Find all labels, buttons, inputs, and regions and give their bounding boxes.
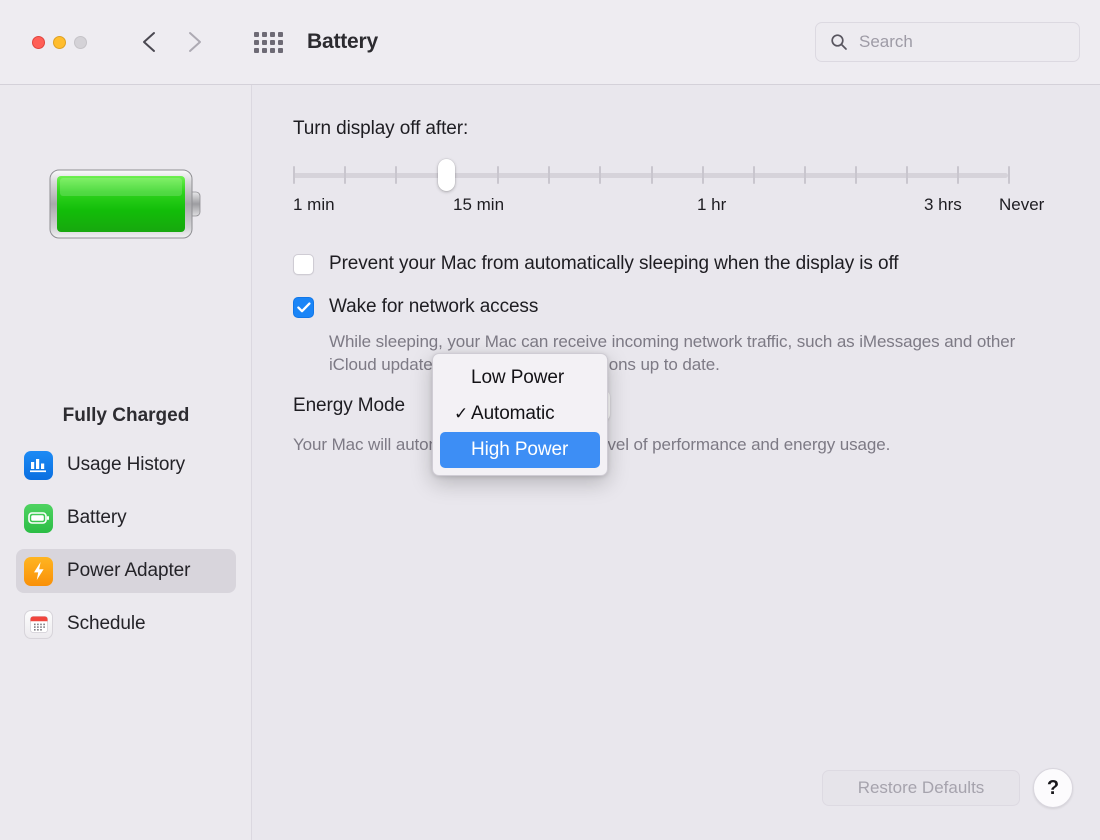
battery-preferences-window: Battery — [0, 0, 1100, 840]
slider-tick — [753, 166, 755, 184]
search-field[interactable] — [815, 22, 1080, 62]
battery-icon — [24, 504, 53, 533]
battery-status-label: Fully Charged — [0, 405, 252, 427]
menu-item-label: Low Power — [471, 367, 564, 389]
maximize-button[interactable] — [74, 36, 87, 49]
slider-tick — [1008, 166, 1010, 184]
sidebar-item-label: Battery — [67, 507, 127, 529]
slider-tick — [906, 166, 908, 184]
help-button[interactable]: ? — [1033, 768, 1073, 808]
menu-item[interactable]: ✓Automatic — [440, 396, 600, 432]
slider-tick — [651, 166, 653, 184]
sidebar: Fully Charged Usage History — [0, 85, 252, 840]
checkmark-icon: ✓ — [454, 404, 471, 424]
slider-tick — [702, 166, 704, 184]
search-icon — [830, 33, 848, 51]
slider-tick — [293, 166, 295, 184]
slider-tick — [395, 166, 397, 184]
chevron-right-icon[interactable] — [183, 29, 205, 55]
full-battery-icon — [48, 168, 204, 240]
chevron-left-icon[interactable] — [139, 29, 161, 55]
bar-chart-icon — [24, 451, 53, 480]
menu-item[interactable]: High Power — [440, 432, 600, 468]
slider-tick — [804, 166, 806, 184]
menu-item-label: Automatic — [471, 403, 555, 425]
slider-tick — [855, 166, 857, 184]
wake-network-checkbox[interactable] — [293, 297, 314, 318]
bolt-icon — [24, 557, 53, 586]
slider-tick — [344, 166, 346, 184]
sidebar-item-label: Power Adapter — [67, 560, 190, 582]
energy-mode-menu[interactable]: Low Power✓AutomaticHigh Power — [432, 353, 608, 476]
sidebar-item-battery[interactable]: Battery — [16, 496, 236, 540]
restore-defaults-button[interactable]: Restore Defaults — [822, 770, 1020, 806]
display-sleep-slider[interactable] — [293, 160, 1008, 194]
sidebar-item-schedule[interactable]: Schedule — [16, 602, 236, 646]
energy-mode-help-text: Your Mac will automatically use the best… — [293, 433, 1083, 456]
navigation-buttons — [139, 29, 205, 55]
content-pane: Turn display off after: 1 min 15 min 1 hr 3… — [252, 85, 1100, 840]
slider-thumb[interactable] — [438, 159, 455, 191]
sidebar-item-power-adapter[interactable]: Power Adapter — [16, 549, 236, 593]
window-toolbar: Battery — [0, 0, 1100, 85]
display-off-label: Turn display off after: — [293, 118, 468, 140]
sidebar-item-usage-history[interactable]: Usage History — [16, 443, 236, 487]
sidebar-nav-list: Usage History Battery — [16, 443, 236, 655]
traffic-light-group — [32, 36, 87, 49]
search-input[interactable] — [859, 32, 1059, 52]
slider-tick-label: 3 hrs — [924, 195, 962, 215]
slider-tick-labels: 1 min 15 min 1 hr 3 hrs Never — [293, 195, 1053, 219]
sidebar-item-label: Usage History — [67, 454, 185, 476]
close-button[interactable] — [32, 36, 45, 49]
energy-mode-label: Energy Mode — [293, 395, 405, 417]
slider-tick-label: 1 min — [293, 195, 335, 215]
wake-network-row[interactable]: Wake for network access — [293, 296, 1053, 318]
page-title: Battery — [307, 30, 378, 54]
slider-tick — [497, 166, 499, 184]
wake-network-label: Wake for network access — [329, 296, 538, 318]
menu-item-label: High Power — [471, 439, 568, 461]
slider-tick-label: 15 min — [453, 195, 504, 215]
menu-item[interactable]: Low Power — [440, 360, 600, 396]
prevent-sleep-checkbox[interactable] — [293, 254, 314, 275]
minimize-button[interactable] — [53, 36, 66, 49]
slider-tick-label: 1 hr — [697, 195, 726, 215]
prevent-sleep-label: Prevent your Mac from automatically slee… — [329, 253, 898, 275]
calendar-icon — [24, 610, 53, 639]
grid-view-icon[interactable] — [251, 29, 285, 55]
sidebar-item-label: Schedule — [67, 613, 145, 635]
slider-tick — [957, 166, 959, 184]
slider-tick-label: Never — [999, 195, 1044, 215]
prevent-sleep-row[interactable]: Prevent your Mac from automatically slee… — [293, 253, 1053, 275]
